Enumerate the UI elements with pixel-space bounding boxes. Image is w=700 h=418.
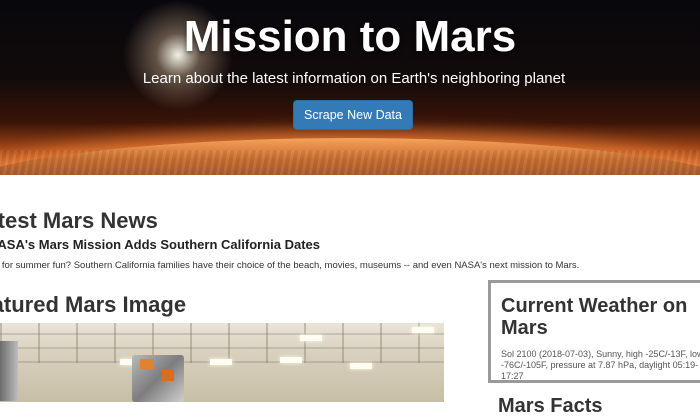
weather-panel: Current Weather on Mars Sol 2100 (2018-0… <box>488 280 700 383</box>
image-ceiling <box>0 323 444 363</box>
hero-banner: Mission to Mars Learn about the latest i… <box>0 0 700 175</box>
image-light <box>280 357 302 363</box>
weather-heading: Current Weather on Mars <box>501 295 688 339</box>
scrape-button[interactable]: Scrape New Data <box>293 100 413 130</box>
image-equipment <box>0 341 18 401</box>
image-light <box>412 327 434 333</box>
featured-image <box>0 323 444 402</box>
image-light <box>210 359 232 365</box>
page-title: Mission to Mars <box>183 12 517 61</box>
news-title: NASA's Mars Mission Adds Southern Califo… <box>0 237 321 252</box>
page-subtitle: Learn about the latest information on Ea… <box>142 70 566 87</box>
news-teaser: Looking for summer fun? Southern Califor… <box>0 260 580 271</box>
mars-facts-heading: Mars Facts <box>498 395 603 417</box>
image-light <box>350 363 372 369</box>
weather-text: Sol 2100 (2018-07-03), Sunny, high -25C/… <box>501 349 700 381</box>
image-rover <box>132 355 184 402</box>
featured-image-heading: Featured Mars Image <box>0 292 187 317</box>
image-light <box>300 335 322 341</box>
news-heading: Latest Mars News <box>0 208 158 233</box>
mars-terrain <box>0 150 700 175</box>
